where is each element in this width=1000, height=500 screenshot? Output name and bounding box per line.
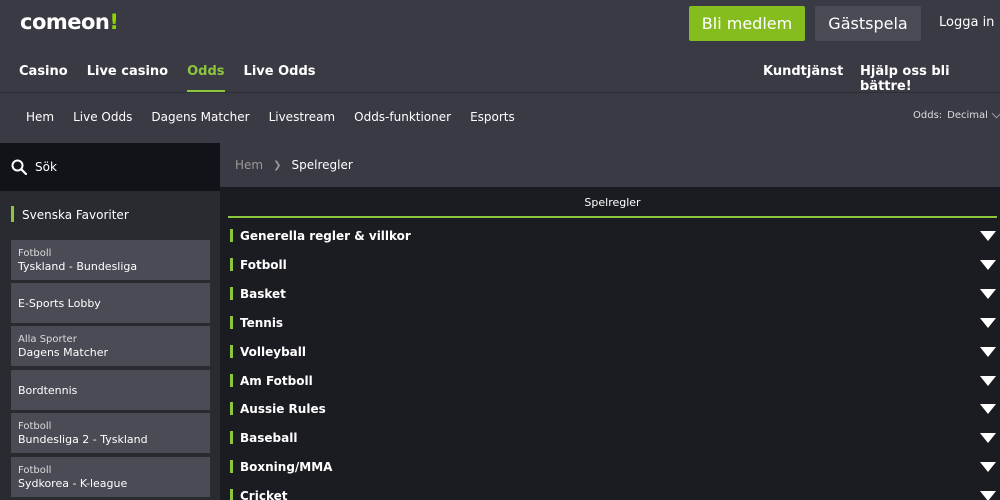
- search-icon: [11, 159, 27, 175]
- logo-exclamation: !: [109, 10, 119, 34]
- expand-triangle-icon[interactable]: [980, 260, 996, 270]
- rule-label: Aussie Rules: [240, 402, 326, 416]
- accent-bar: [230, 258, 233, 271]
- chevron-right-icon: ❯: [273, 159, 282, 171]
- subnav-esports[interactable]: Esports: [470, 110, 515, 124]
- favorites-header: Svenska Favoriter: [0, 191, 220, 233]
- top-header: comeon! Bli medlem Gästspela Logga in Ca…: [0, 0, 1000, 94]
- subnav-live-odds[interactable]: Live Odds: [73, 110, 132, 124]
- sidebar-item-bundesliga[interactable]: Fotboll Tyskland - Bundesliga: [11, 240, 210, 280]
- expand-triangle-icon[interactable]: [980, 376, 996, 386]
- rule-label: Basket: [240, 287, 286, 301]
- sidebar-item-label: Dagens Matcher: [18, 346, 109, 359]
- accent-bar: [230, 402, 233, 415]
- expand-triangle-icon[interactable]: [980, 289, 996, 299]
- subnav-todays-matches[interactable]: Dagens Matcher: [151, 110, 249, 124]
- chevron-down-icon: [991, 108, 1000, 119]
- feedback-link[interactable]: Hjälp oss bli bättre!: [860, 64, 1000, 94]
- sidebar-item-sport: Fotboll: [18, 248, 52, 259]
- expand-triangle-icon[interactable]: [980, 231, 996, 241]
- logo-text: comeon: [20, 10, 110, 34]
- nav-casino[interactable]: Casino: [19, 64, 68, 92]
- nav-odds[interactable]: Odds: [187, 64, 225, 92]
- rule-am-football[interactable]: Am Fotboll: [220, 366, 1000, 395]
- rule-label: Boxning/MMA: [240, 460, 333, 474]
- sidebar-item-label: Tyskland - Bundesliga: [18, 260, 138, 273]
- sidebar-search[interactable]: Sök: [0, 143, 220, 191]
- sidebar-item-label: Bordtennis: [18, 383, 78, 397]
- tab-row: Spelregler: [220, 187, 1000, 221]
- join-button[interactable]: Bli medlem: [689, 6, 805, 41]
- sidebar-item-bundesliga-2[interactable]: Fotboll Bundesliga 2 - Tyskland: [11, 413, 210, 453]
- breadcrumb-current: Spelregler: [291, 158, 353, 172]
- sidebar-item-todays-matches[interactable]: Alla Sporter Dagens Matcher: [11, 326, 210, 366]
- breadcrumb: Hem ❯ Spelregler: [220, 143, 1000, 187]
- sidebar-item-label: Bundesliga 2 - Tyskland: [18, 433, 148, 446]
- rule-cricket[interactable]: Cricket: [220, 481, 1000, 500]
- rule-aussie-rules[interactable]: Aussie Rules: [220, 394, 1000, 423]
- rule-volleyball[interactable]: Volleyball: [220, 337, 1000, 366]
- rule-general[interactable]: Generella regler & villkor: [220, 221, 1000, 250]
- nav-live-odds[interactable]: Live Odds: [244, 64, 316, 92]
- accent-bar: [230, 431, 233, 444]
- expand-triangle-icon[interactable]: [980, 404, 996, 414]
- accent-bar: [230, 229, 233, 242]
- sidebar-item-table-tennis[interactable]: Bordtennis: [11, 370, 210, 410]
- expand-triangle-icon[interactable]: [980, 462, 996, 472]
- rule-label: Am Fotboll: [240, 374, 313, 388]
- rule-label: Baseball: [240, 431, 298, 445]
- expand-triangle-icon[interactable]: [980, 347, 996, 357]
- accent-bar: [230, 460, 233, 473]
- rule-tennis[interactable]: Tennis: [220, 308, 1000, 337]
- rule-label: Volleyball: [240, 345, 306, 359]
- tab-rules[interactable]: Spelregler: [228, 193, 997, 218]
- login-link[interactable]: Logga in: [939, 15, 994, 30]
- rule-label: Cricket: [240, 489, 288, 500]
- rule-football[interactable]: Fotboll: [220, 250, 1000, 279]
- rules-accordion: Generella regler & villkor Fotboll Baske…: [220, 221, 1000, 500]
- subnav-livestream[interactable]: Livestream: [269, 110, 336, 124]
- rule-boxing-mma[interactable]: Boxning/MMA: [220, 452, 1000, 481]
- expand-triangle-icon[interactable]: [980, 433, 996, 443]
- main-nav: Casino Live casino Odds Live Odds: [19, 64, 335, 92]
- expand-triangle-icon[interactable]: [980, 318, 996, 328]
- sidebar-item-k-league[interactable]: Fotboll Sydkorea - K-league: [11, 457, 210, 497]
- rule-label: Fotboll: [240, 258, 287, 272]
- customer-service-link[interactable]: Kundtjänst: [763, 64, 843, 79]
- odds-format-select[interactable]: Odds: Decimal: [913, 108, 1000, 121]
- expand-triangle-icon[interactable]: [980, 491, 996, 500]
- sidebar-item-esports-lobby[interactable]: E-Sports Lobby: [11, 283, 210, 323]
- breadcrumb-home[interactable]: Hem: [235, 158, 263, 172]
- rule-label: Generella regler & villkor: [240, 229, 411, 243]
- favorites-list: Fotboll Tyskland - Bundesliga E-Sports L…: [0, 233, 220, 500]
- comeon-logo[interactable]: comeon!: [20, 10, 119, 34]
- sub-nav: Hem Live Odds Dagens Matcher Livestream …: [0, 93, 1000, 143]
- accent-bar: [230, 316, 233, 329]
- sidebar-item-sport: Fotboll: [18, 421, 52, 432]
- sidebar-item-sport: Fotboll: [18, 465, 52, 476]
- favorites-title: Svenska Favoriter: [22, 208, 129, 222]
- nav-live-casino[interactable]: Live casino: [87, 64, 168, 92]
- rule-label: Tennis: [240, 316, 284, 330]
- accent-bar: [230, 374, 233, 387]
- subnav-odds-features[interactable]: Odds-funktioner: [354, 110, 451, 124]
- sidebar-item-label: E-Sports Lobby: [18, 296, 101, 310]
- rule-baseball[interactable]: Baseball: [220, 423, 1000, 452]
- sidebar-item-sport: Alla Sporter: [18, 334, 77, 345]
- subnav-home[interactable]: Hem: [26, 110, 54, 124]
- rule-basket[interactable]: Basket: [220, 279, 1000, 308]
- accent-bar: [230, 287, 233, 300]
- sidebar-item-label: Sydkorea - K-league: [18, 477, 128, 490]
- odds-format-value: Decimal: [947, 110, 988, 121]
- accent-bar: [11, 206, 14, 222]
- accent-bar: [230, 489, 233, 500]
- search-label: Sök: [35, 160, 57, 174]
- odds-format-label: Odds:: [913, 110, 943, 121]
- accent-bar: [230, 345, 233, 358]
- guest-play-button[interactable]: Gästspela: [815, 6, 921, 41]
